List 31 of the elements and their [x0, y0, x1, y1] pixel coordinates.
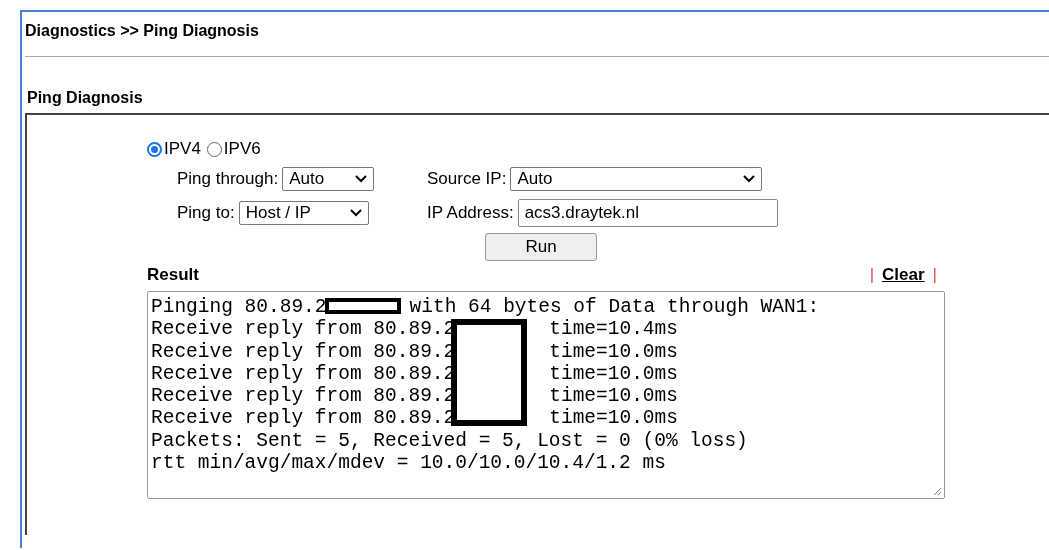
- ip-address-field[interactable]: acs3.draytek.nl: [517, 199, 778, 227]
- output-line: Receive reply from 80.89.2 time=10.0ms: [151, 362, 679, 386]
- separator: |: [869, 265, 875, 285]
- radio-label: IPV4: [164, 139, 201, 159]
- field-label: Source IP:: [427, 169, 507, 189]
- ping-to-select[interactable]: Host / IP: [238, 201, 369, 225]
- output-line: Receive reply from 80.89.2 time=10.0ms: [151, 340, 679, 363]
- section-title: Ping Diagnosis: [27, 89, 144, 107]
- output-line: Receive reply from 80.89.2 time=10.0ms: [151, 385, 679, 408]
- field-label: IP Address:: [427, 203, 514, 223]
- chevron-icon: [743, 175, 756, 183]
- result-output[interactable]: [147, 291, 945, 499]
- run-button[interactable]: Run: [485, 233, 597, 261]
- radio-label: IPV6: [223, 139, 261, 159]
- field-label: Ping to:: [177, 203, 235, 223]
- result-label: Result: [147, 265, 199, 285]
- output-line: Receive reply from 80.89.2 time=10.4ms: [151, 318, 941, 341]
- output-line: Packets: Sent = 5, Received = 5, Lost = 0 (0% loss): [151, 429, 749, 453]
- separator: |: [932, 265, 937, 285]
- chevron-icon: [355, 175, 368, 183]
- clear-link[interactable]: Clear: [882, 265, 925, 285]
- page-title: Diagnostics >> Ping Diagnosis: [24, 21, 260, 40]
- radio-button[interactable]: [147, 141, 162, 157]
- output-line: Receive reply from 80.89.2 time=10.0ms: [151, 407, 679, 430]
- ping-through-select[interactable]: Auto: [282, 167, 375, 191]
- chevron-icon: [349, 209, 362, 217]
- field-label: Ping through:: [177, 169, 279, 189]
- resize-grip-icon: [933, 487, 942, 496]
- source-ip-select[interactable]: Auto: [510, 167, 763, 191]
- output-line: rtt min/avg/max/mdev = 10.0/10.0/10.4/1.2 ms: [151, 452, 667, 475]
- output-line: Pinging 80.89.2 with 64 bytes of Data through WAN1:: [151, 296, 821, 319]
